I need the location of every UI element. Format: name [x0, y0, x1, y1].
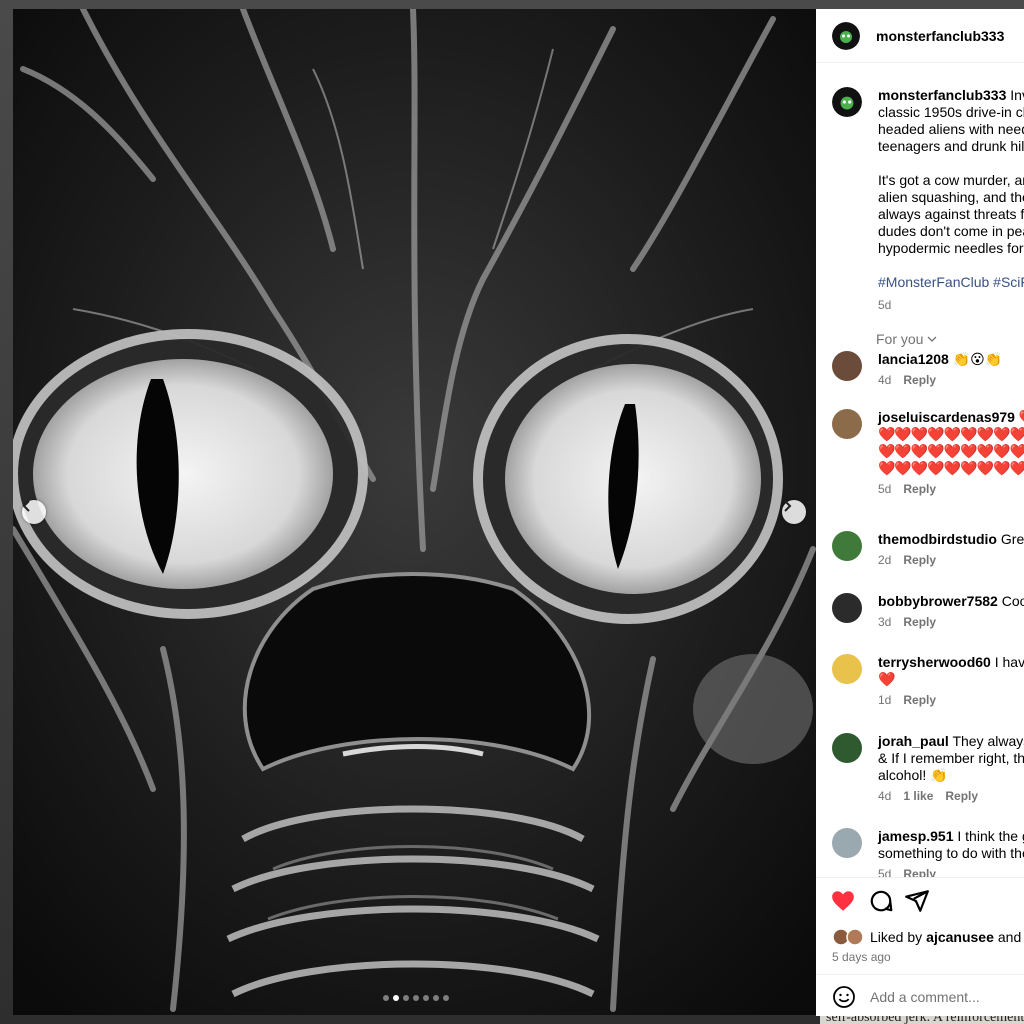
- carousel-dot: [433, 995, 439, 1001]
- carousel-indicator: [383, 995, 449, 1001]
- author-avatar[interactable]: [832, 21, 860, 50]
- comment-text: They always: [952, 733, 1024, 749]
- caption-text: headed aliens with need: [878, 121, 1024, 137]
- commenter-username[interactable]: terrysherwood60: [878, 654, 991, 670]
- comment-likes[interactable]: 1 like: [903, 788, 933, 805]
- for-you-label: For you: [876, 331, 924, 347]
- caption-text: hypodermic needles for: [878, 240, 1024, 256]
- commenter-avatar[interactable]: [832, 351, 862, 381]
- carousel-dot: [413, 995, 419, 1001]
- comment-time: 5d: [878, 482, 892, 496]
- commenter-avatar[interactable]: [832, 654, 862, 684]
- comment-time: 4d: [878, 373, 892, 387]
- next-image-button[interactable]: [782, 500, 806, 524]
- caption-text: teenagers and drunk hill: [878, 138, 1024, 154]
- comment-icon[interactable]: [868, 888, 894, 914]
- comments-list[interactable]: monsterfanclub333 Inva classic 1950s dri…: [816, 63, 1024, 877]
- reply-button[interactable]: Reply: [945, 788, 978, 805]
- post-age: 5 days ago: [832, 950, 891, 964]
- comment-text: I think the gu: [957, 828, 1024, 844]
- comment-text: Great: [1000, 531, 1024, 547]
- comment-text: 👏😮👏: [952, 351, 1003, 367]
- carousel-dot: [423, 995, 429, 1001]
- liked-by-prefix: Liked by: [870, 929, 923, 945]
- commenter-username[interactable]: jamesp.951: [878, 828, 954, 844]
- liker-avatars: [832, 928, 864, 946]
- comment-text: ❤️❤️❤️❤️❤️❤️❤️❤️❤️❤️: [878, 460, 1024, 476]
- caption-text: dudes don't come in pea: [878, 223, 1024, 239]
- commenter-avatar[interactable]: [832, 531, 862, 561]
- comment-time: 4d: [878, 789, 892, 803]
- commenter-username[interactable]: themodbirdstudio: [878, 531, 997, 547]
- add-comment-input[interactable]: Add a comment...: [870, 989, 980, 1005]
- comment-text: alcohol! 👏: [878, 767, 948, 783]
- comment-text: Cool: [1001, 593, 1024, 609]
- add-comment-bar[interactable]: Add a comment...: [816, 974, 1024, 1016]
- liked-by-suffix: and ot: [997, 929, 1024, 945]
- post-actions: Liked by ajcanusee and ot 5 days ago Add…: [816, 877, 1024, 1016]
- reply-button[interactable]: Reply: [903, 372, 936, 389]
- commenter-avatar[interactable]: [832, 593, 862, 623]
- commenter-username[interactable]: jorah_paul: [878, 733, 949, 749]
- for-you-filter[interactable]: For you: [876, 331, 937, 347]
- background-page-text: self-absorbed jerk. A reinforcement: [820, 1016, 1024, 1024]
- comment-time: 5d: [878, 867, 892, 877]
- commenter-username[interactable]: bobbybrower7582: [878, 593, 998, 609]
- commenter-avatar[interactable]: [832, 409, 862, 439]
- comment-text: ❤️: [878, 671, 895, 687]
- emoji-icon[interactable]: [832, 985, 856, 1009]
- reply-button[interactable]: Reply: [903, 614, 936, 631]
- carousel-dot: [383, 995, 389, 1001]
- likes-summary[interactable]: Liked by ajcanusee and ot: [832, 928, 1024, 946]
- carousel-dot: [393, 995, 399, 1001]
- comment-time: 2d: [878, 553, 892, 567]
- carousel-dot: [403, 995, 409, 1001]
- comment-text: ❤️❤️❤️❤️❤️❤️❤️❤️❤️❤️❤️: [878, 426, 1024, 442]
- caption-text: alien squashing, and the: [878, 189, 1024, 205]
- reply-button[interactable]: Reply: [903, 692, 936, 709]
- commenter-avatar[interactable]: [832, 733, 862, 763]
- caption-time: 5d: [878, 298, 892, 312]
- chevron-down-icon: [928, 336, 937, 342]
- caption-text: classic 1950s drive-in ch: [878, 104, 1024, 120]
- heart-icon[interactable]: [830, 888, 856, 914]
- commenter-username[interactable]: lancia1208: [878, 351, 949, 367]
- comment-text: ❤️: [1019, 409, 1024, 425]
- comment-time: 3d: [878, 615, 892, 629]
- comment-time: 1d: [878, 693, 892, 707]
- previous-image-button[interactable]: [22, 500, 46, 524]
- post-side-panel: monsterfanclub333 monsterfanclub333 Inva…: [816, 9, 1024, 1016]
- caption-username[interactable]: monsterfanclub333: [878, 87, 1006, 103]
- caption-text: Inva: [1010, 87, 1024, 103]
- comment-text: ❤️❤️❤️❤️❤️❤️❤️❤️❤️❤️❤️: [878, 443, 1024, 459]
- author-username[interactable]: monsterfanclub333: [876, 28, 1004, 44]
- chevron-right-icon: [784, 500, 792, 512]
- post-image[interactable]: [13, 9, 816, 1015]
- chevron-left-icon: [22, 500, 30, 512]
- liked-by-user[interactable]: ajcanusee: [926, 929, 994, 945]
- reply-button[interactable]: Reply: [903, 866, 936, 877]
- commenter-username[interactable]: joseluiscardenas979: [878, 409, 1015, 425]
- share-icon[interactable]: [904, 888, 930, 914]
- author-avatar[interactable]: [832, 87, 862, 117]
- caption-text: always against threats fr: [878, 206, 1024, 222]
- post-header: monsterfanclub333: [816, 9, 1024, 63]
- comment-text: I have: [994, 654, 1024, 670]
- reply-button[interactable]: Reply: [903, 552, 936, 569]
- carousel-dot: [443, 995, 449, 1001]
- commenter-avatar[interactable]: [832, 828, 862, 858]
- hashtag-links[interactable]: #MonsterFanClub #SciFi: [878, 274, 1024, 290]
- caption-text: It's got a cow murder, an: [878, 172, 1024, 188]
- comment-text: something to do with the: [878, 845, 1024, 861]
- comment-text: & If I remember right, the: [878, 750, 1024, 766]
- alien-face-photo: [13, 9, 816, 1015]
- reply-button[interactable]: Reply: [903, 481, 936, 498]
